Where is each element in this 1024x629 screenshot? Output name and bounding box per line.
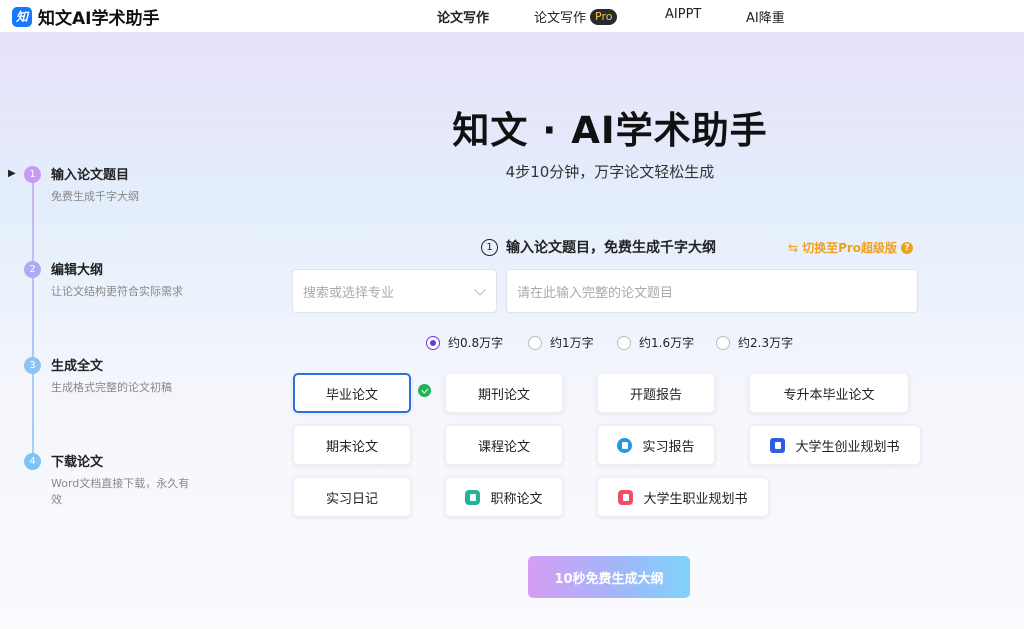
step-description: 生成格式完整的论文初稿 (51, 381, 172, 394)
card-label: 实习报告 (642, 439, 695, 455)
step-description: 让论文结构更符合实际需求 (51, 285, 183, 298)
nav-item-paper-writing-pro[interactable]: 论文写作 Pro (534, 7, 618, 26)
nav-item-aippt[interactable]: AIPPT (665, 7, 701, 22)
step-title: 生成全文 (51, 359, 104, 374)
step-title: 下载论文 (51, 455, 104, 470)
card-label: 大学生创业规划书 (795, 439, 900, 455)
chevron-down-icon (474, 284, 486, 296)
word-count-option[interactable]: 约0.8万字 (426, 334, 503, 351)
paper-type-startup-plan[interactable]: 大学生创业规划书 (749, 425, 921, 465)
main-nav: 论文写作 论文写作 Pro AIPPT AI降重 (0, 0, 1024, 32)
page-subtitle: 4步10分钟，万字论文轻松生成 (505, 163, 715, 181)
nav-label: 论文写作 (534, 11, 587, 26)
card-label: 期刊论文 (477, 387, 530, 403)
radio-button[interactable] (426, 335, 440, 350)
paper-type-course[interactable]: 课程论文 (445, 425, 563, 465)
pro-badge: Pro (590, 8, 618, 25)
switch-label: 切换至Pro超级版 (802, 241, 898, 255)
paper-type-graduation[interactable]: 毕业论文 (293, 373, 411, 413)
selected-check-icon (418, 384, 431, 397)
paper-type-final[interactable]: 期末论文 (293, 425, 411, 465)
briefcase-icon (618, 489, 634, 505)
step-description: Word文档直接下载，永久有效 (51, 477, 190, 506)
word-count-option[interactable]: 约1.6万字 (617, 334, 694, 351)
major-placeholder: 搜索或选择专业 (303, 285, 395, 301)
step-title: 编辑大纲 (51, 263, 104, 278)
step-number-badge: 4 (24, 453, 41, 470)
card-label: 课程论文 (477, 439, 530, 455)
generate-outline-button[interactable]: 10秒免费生成大纲 (528, 556, 690, 598)
form-step-number: 1 (481, 238, 498, 256)
nav-label: AIPPT (665, 7, 702, 22)
nav-label: AI降重 (746, 11, 785, 26)
topic-input[interactable]: 请在此输入完整的论文题目 (506, 269, 918, 313)
card-label: 开题报告 (629, 387, 682, 403)
paper-type-title-paper[interactable]: 职称论文 (445, 477, 563, 517)
topic-placeholder: 请在此输入完整的论文题目 (517, 285, 674, 301)
paper-type-internship-report[interactable]: 实习报告 (597, 425, 715, 465)
word-count-option[interactable]: 约2.3万字 (716, 334, 793, 351)
paper-type-upgrade-thesis[interactable]: 专升本毕业论文 (749, 373, 909, 413)
radio-label: 约1万字 (550, 336, 594, 350)
paper-type-proposal[interactable]: 开题报告 (597, 373, 715, 413)
top-nav-bar: 知 知文AI学术助手 论文写作 论文写作 Pro AIPPT AI降重 (0, 0, 1024, 32)
card-label: 毕业论文 (325, 387, 378, 403)
page-title: 知文 · AI学术助手 (452, 109, 768, 152)
radio-label: 约1.6万字 (639, 336, 695, 350)
step-number-badge: 2 (24, 261, 41, 278)
certificate-icon (465, 489, 481, 505)
switch-arrows-icon: ⇆ (788, 240, 799, 255)
radio-button[interactable] (528, 335, 542, 350)
nav-label: 论文写作 (437, 11, 490, 26)
nav-item-paper-writing[interactable]: 论文写作 (437, 7, 489, 26)
paper-type-internship-diary[interactable]: 实习日记 (293, 477, 411, 517)
form-heading-text: 输入论文题目，免费生成千字大纲 (506, 240, 716, 256)
switch-to-pro-link[interactable]: ⇆ 切换至Pro超级版 ? (788, 239, 914, 256)
help-icon[interactable]: ? (901, 241, 914, 254)
radio-button[interactable] (617, 335, 631, 350)
card-label: 专升本毕业论文 (783, 387, 875, 403)
paper-type-career-plan[interactable]: 大学生职业规划书 (597, 477, 769, 517)
steps-connector-line (32, 175, 34, 465)
card-label: 期末论文 (325, 439, 378, 455)
document-icon (770, 437, 786, 453)
radio-label: 约2.3万字 (738, 336, 794, 350)
radio-button[interactable] (716, 335, 730, 350)
card-label: 大学生职业规划书 (643, 491, 748, 507)
report-icon (617, 437, 633, 453)
nav-item-ai-rewrite[interactable]: AI降重 (746, 7, 785, 26)
major-select[interactable]: 搜索或选择专业 (292, 269, 497, 313)
step-description: 免费生成千字大纲 (51, 190, 139, 203)
card-label: 职称论文 (490, 491, 543, 507)
form-heading: 1 输入论文题目，免费生成千字大纲 (481, 237, 716, 257)
card-label: 实习日记 (325, 491, 378, 507)
step-number-badge: 3 (24, 357, 41, 374)
paper-type-journal[interactable]: 期刊论文 (445, 373, 563, 413)
radio-label: 约0.8万字 (448, 336, 504, 350)
word-count-option[interactable]: 约1万字 (528, 334, 594, 351)
